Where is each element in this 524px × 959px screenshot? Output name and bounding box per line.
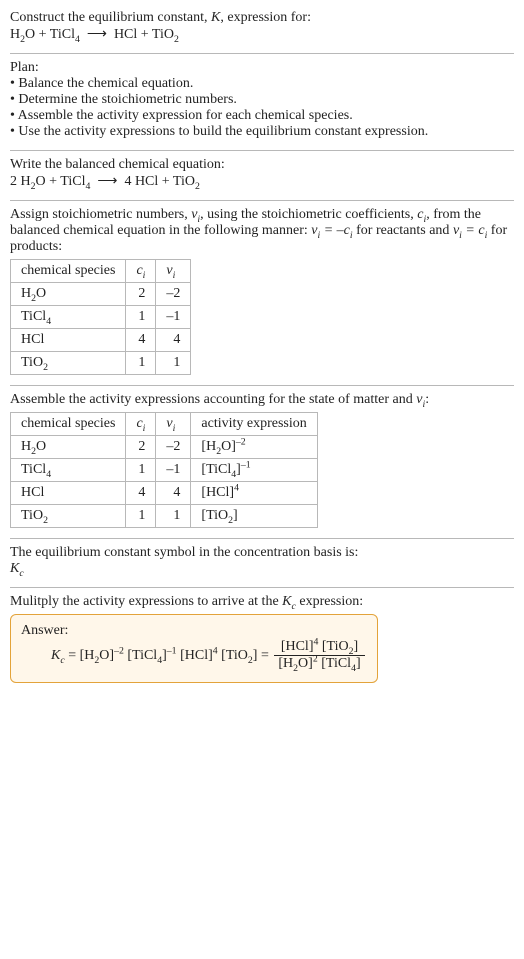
- kc-numerator: [HCl]4 [TiO2]: [274, 639, 364, 656]
- col-vi: vi: [156, 413, 191, 436]
- table-row: TiCl4 1 –1: [11, 306, 191, 329]
- ci-cell: 1: [126, 459, 156, 482]
- species-cell: TiCl4: [11, 306, 126, 329]
- multiply-text: expression:: [296, 594, 363, 609]
- vi-cell: –2: [156, 283, 191, 306]
- k-symbol: K: [211, 10, 220, 25]
- stoich-text: , using the stoichiometric coefficients,: [200, 207, 417, 222]
- col-vi: vi: [156, 260, 191, 283]
- table-row: HCl 4 4: [11, 329, 191, 352]
- activity-text: :: [425, 392, 429, 407]
- answer-section: Mulitply the activity expressions to arr…: [10, 588, 514, 693]
- activity-table: chemical species ci vi activity expressi…: [10, 412, 318, 528]
- ci-cell: 1: [126, 352, 156, 375]
- answer-box: Answer: Kc = [H2O]–2 [TiCl4]–1 [HCl]4 [T…: [10, 614, 378, 683]
- balanced-section: Write the balanced chemical equation: 2 …: [10, 151, 514, 200]
- kc-symbol: Kc: [10, 561, 24, 576]
- kc-intro: The equilibrium constant symbol in the c…: [10, 545, 514, 561]
- species-cell: H2O: [11, 283, 126, 306]
- table-row: HCl 4 4 [HCl]4: [11, 482, 318, 505]
- species-cell: TiCl4: [11, 459, 126, 482]
- kc-expression: Kc = [H2O]–2 [TiCl4]–1 [HCl]4 [TiO2] = […: [21, 639, 367, 672]
- activity-cell: [TiO2]: [191, 505, 317, 528]
- intro-text: Construct the equilibrium constant,: [10, 10, 211, 25]
- vi-cell: –1: [156, 459, 191, 482]
- vi-cell: 4: [156, 329, 191, 352]
- kc-symbol: Kc: [282, 594, 296, 609]
- intro-text-b: , expression for:: [220, 10, 311, 25]
- vi-eq: vi = –ci: [311, 223, 352, 238]
- table-row: TiCl4 1 –1 [TiCl4]–1: [11, 459, 318, 482]
- col-ci: ci: [126, 260, 156, 283]
- plan-bullet: • Balance the chemical equation.: [10, 76, 514, 92]
- plan-title: Plan:: [10, 60, 514, 76]
- activity-text: Assemble the activity expressions accoun…: [10, 392, 416, 407]
- vi-cell: 1: [156, 352, 191, 375]
- vi-cell: –1: [156, 306, 191, 329]
- vi-symbol: vi: [416, 392, 425, 407]
- species-cell: HCl: [11, 482, 126, 505]
- activity-cell: [TiCl4]–1: [191, 459, 317, 482]
- activity-cell: [H2O]–2: [191, 436, 317, 459]
- vi-cell: 1: [156, 505, 191, 528]
- plan-section: Plan: • Balance the chemical equation. •…: [10, 54, 514, 150]
- ci-cell: 4: [126, 329, 156, 352]
- stoich-text: Assign stoichiometric numbers,: [10, 207, 191, 222]
- plan-bullet: • Assemble the activity expression for e…: [10, 108, 514, 124]
- col-species: chemical species: [11, 413, 126, 436]
- vi-cell: 4: [156, 482, 191, 505]
- table-row: H2O 2 –2 [H2O]–2: [11, 436, 318, 459]
- vi-symbol: vi: [191, 207, 200, 222]
- table-row: chemical species ci vi activity expressi…: [11, 413, 318, 436]
- activity-cell: [HCl]4: [191, 482, 317, 505]
- unbalanced-equation: H2O + TiCl4 ⟶ HCl + TiO2: [10, 27, 179, 42]
- kc-fraction: [HCl]4 [TiO2] [H2O]2 [TiCl4]: [274, 639, 364, 672]
- ci-cell: 4: [126, 482, 156, 505]
- stoich-table: chemical species ci vi H2O 2 –2 TiCl4 1 …: [10, 259, 191, 375]
- plan-bullet: • Determine the stoichiometric numbers.: [10, 92, 514, 108]
- col-species: chemical species: [11, 260, 126, 283]
- kc-denominator: [H2O]2 [TiCl4]: [274, 656, 364, 672]
- col-ci: ci: [126, 413, 156, 436]
- ci-cell: 1: [126, 306, 156, 329]
- species-cell: HCl: [11, 329, 126, 352]
- ci-cell: 2: [126, 436, 156, 459]
- table-row: TiO2 1 1: [11, 352, 191, 375]
- plan-bullet: • Use the activity expressions to build …: [10, 124, 514, 140]
- species-cell: H2O: [11, 436, 126, 459]
- kc-symbol-section: The equilibrium constant symbol in the c…: [10, 539, 514, 587]
- stoich-section: Assign stoichiometric numbers, vi, using…: [10, 201, 514, 385]
- activity-section: Assemble the activity expressions accoun…: [10, 386, 514, 538]
- ci-symbol: ci: [417, 207, 426, 222]
- intro-section: Construct the equilibrium constant, K, e…: [10, 4, 514, 53]
- stoich-text: for reactants and: [353, 223, 453, 238]
- kc-lhs: Kc: [51, 648, 65, 664]
- balanced-intro: Write the balanced chemical equation:: [10, 157, 514, 173]
- ci-cell: 2: [126, 283, 156, 306]
- species-cell: TiO2: [11, 505, 126, 528]
- table-row: H2O 2 –2: [11, 283, 191, 306]
- species-cell: TiO2: [11, 352, 126, 375]
- balanced-equation: 2 H2O + TiCl4 ⟶ 4 HCl + TiO2: [10, 174, 200, 189]
- col-activity: activity expression: [191, 413, 317, 436]
- ci-cell: 1: [126, 505, 156, 528]
- table-row: chemical species ci vi: [11, 260, 191, 283]
- multiply-text: Mulitply the activity expressions to arr…: [10, 594, 282, 609]
- table-row: TiO2 1 1 [TiO2]: [11, 505, 318, 528]
- equals: = [H2O]–2 [TiCl4]–1 [HCl]4 [TiO2] =: [65, 648, 273, 664]
- vi-cell: –2: [156, 436, 191, 459]
- vi-eq2: vi = ci: [453, 223, 487, 238]
